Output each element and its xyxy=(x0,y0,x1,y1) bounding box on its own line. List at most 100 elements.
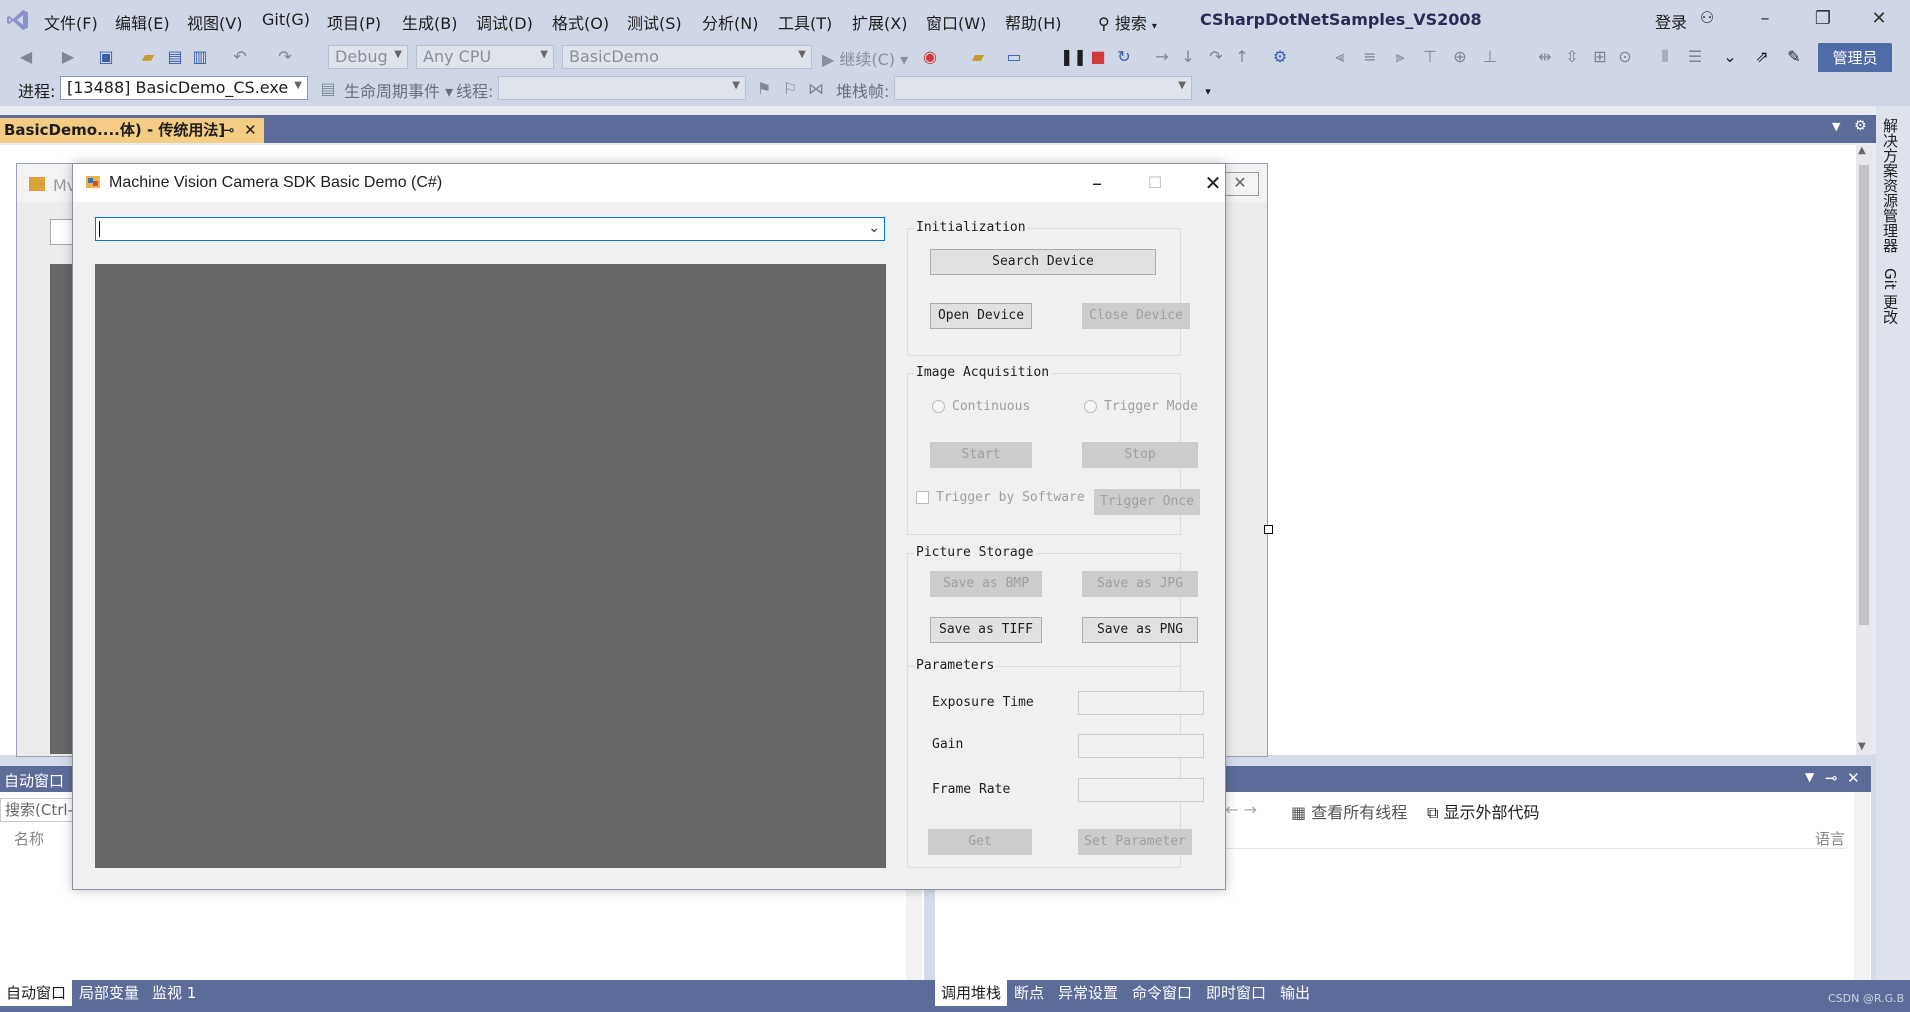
hot-reload-icon[interactable]: ◉ xyxy=(920,47,940,67)
menu-test[interactable]: 测试(S) xyxy=(627,10,682,34)
folder-icon[interactable]: ▰ xyxy=(968,47,988,67)
live-share-icon[interactable]: ⚇ xyxy=(1692,8,1722,34)
side-tab-solution-explorer[interactable]: 解决方案资源管理器 xyxy=(1880,118,1901,253)
resize-handle[interactable] xyxy=(1264,525,1273,534)
pause-icon[interactable]: ❚❚ xyxy=(1060,47,1087,67)
exposure-time-input[interactable] xyxy=(1078,691,1204,715)
menu-git[interactable]: Git(G) xyxy=(262,10,310,29)
undo-icon[interactable]: ↶ xyxy=(230,47,250,67)
close-icon[interactable]: ✕ xyxy=(1864,8,1894,34)
trigger-by-software-checkbox[interactable] xyxy=(916,491,929,504)
login-link[interactable]: 登录 xyxy=(1655,9,1687,33)
menu-build[interactable]: 生成(B) xyxy=(402,10,457,34)
vertical-spacing-icon[interactable]: ☰ xyxy=(1685,47,1705,67)
tab-exception-settings[interactable]: 异常设置 xyxy=(1052,980,1124,1006)
size-to-grid-icon[interactable]: ⊞ xyxy=(1590,47,1610,67)
call-stack-scrollbar[interactable] xyxy=(1854,792,1870,980)
step-out-icon[interactable]: ↑ xyxy=(1232,47,1252,67)
align-middle-icon[interactable]: ⊕ xyxy=(1450,47,1470,67)
align-center-icon[interactable]: ≡ xyxy=(1360,47,1380,67)
make-same-width-icon[interactable]: ⇹ xyxy=(1535,47,1555,67)
panel-dropdown-icon[interactable]: ▼ xyxy=(1805,770,1814,784)
pin-icon[interactable]: ⊸ xyxy=(222,118,235,143)
tab-command-window[interactable]: 命令窗口 xyxy=(1126,980,1198,1006)
close-tab-icon[interactable]: ✕ xyxy=(244,118,257,143)
stop-button[interactable]: Stop xyxy=(1082,442,1198,468)
horizontal-spacing-icon[interactable]: ⫴ xyxy=(1655,47,1675,67)
align-bottom-icon[interactable]: ⊥ xyxy=(1480,47,1500,67)
trigger-once-button[interactable]: Trigger Once xyxy=(1094,489,1200,515)
side-tab-git-changes[interactable]: Git 更改 xyxy=(1880,268,1901,324)
restart-icon[interactable]: ↻ xyxy=(1114,47,1134,67)
save-png-button[interactable]: Save as PNG xyxy=(1082,617,1198,643)
admin-button[interactable]: 管理员 xyxy=(1818,43,1892,73)
get-parameter-button[interactable]: Get xyxy=(928,829,1032,855)
column-header-language[interactable]: 语言 xyxy=(1815,828,1845,849)
view-all-threads-button[interactable]: ▦ 查看所有线程 xyxy=(1291,799,1407,823)
restore-icon[interactable]: ❐ xyxy=(1808,8,1838,34)
stackframe-dropdown[interactable]: ▼ xyxy=(894,76,1192,100)
back-icon[interactable]: ◀ xyxy=(16,47,36,67)
open-folder-icon[interactable]: ▰ xyxy=(138,47,158,67)
navigate-back-icon[interactable]: ← → xyxy=(1225,800,1257,819)
toolbar-overflow-icon[interactable]: ▾ xyxy=(1198,82,1218,102)
startup-project-dropdown[interactable]: BasicDemo ▼ xyxy=(562,45,812,69)
tab-list-icon[interactable]: ▼ xyxy=(1832,120,1840,133)
menu-help[interactable]: 帮助(H) xyxy=(1005,10,1062,34)
menu-file[interactable]: 文件(F) xyxy=(44,10,98,34)
pin-icon[interactable]: ⊸ xyxy=(1825,769,1838,787)
trigger-mode-radio[interactable] xyxy=(1084,400,1097,413)
tab-output[interactable]: 输出 xyxy=(1274,980,1316,1006)
close-icon[interactable]: ✕ xyxy=(1847,769,1860,787)
share-icon[interactable]: ⇗ xyxy=(1752,47,1772,67)
tab-breakpoints[interactable]: 断点 xyxy=(1008,980,1050,1006)
close-icon[interactable]: ✕ xyxy=(1193,170,1233,196)
continue-button[interactable]: ▶ 继续(C) ▾ xyxy=(822,46,908,70)
menu-tools[interactable]: 工具(T) xyxy=(778,10,832,34)
tab-watch-1[interactable]: 监视 1 xyxy=(146,980,202,1006)
set-parameter-button[interactable]: Set Parameter xyxy=(1078,829,1192,855)
process-dropdown[interactable]: [13488] BasicDemo_CS.exe ▼ xyxy=(60,76,308,100)
feedback-icon[interactable]: ✎ xyxy=(1784,47,1804,67)
diagnostics-icon[interactable]: ⚙ xyxy=(1270,47,1290,67)
device-list-dropdown[interactable]: ⌄ xyxy=(95,217,885,241)
overflow-icon[interactable]: ⌄ xyxy=(1720,47,1740,67)
scroll-up-icon[interactable]: ▲ xyxy=(1858,145,1866,156)
save-all-icon[interactable]: ▥ xyxy=(190,47,210,67)
align-top-icon[interactable]: ⊤ xyxy=(1420,47,1440,67)
tab-locals[interactable]: 局部变量 xyxy=(73,980,145,1006)
menu-format[interactable]: 格式(O) xyxy=(552,10,609,34)
search-device-button[interactable]: Search Device xyxy=(930,249,1156,275)
forward-icon[interactable]: ▶ xyxy=(58,47,78,67)
scrollbar-thumb[interactable] xyxy=(1859,165,1869,625)
step-into-icon[interactable]: ↓ xyxy=(1178,47,1198,67)
open-device-button[interactable]: Open Device xyxy=(930,303,1032,329)
menu-analyze[interactable]: 分析(N) xyxy=(702,10,758,34)
show-next-statement-icon[interactable]: → xyxy=(1152,47,1172,67)
continuous-radio[interactable] xyxy=(932,400,945,413)
vertical-scrollbar[interactable]: ▲ ▼ xyxy=(1856,145,1872,755)
platform-dropdown[interactable]: Any CPU ▼ xyxy=(416,45,554,69)
gain-input[interactable] xyxy=(1078,734,1204,758)
menu-project[interactable]: 项目(P) xyxy=(327,10,381,34)
window-layout-icon[interactable]: ▭ xyxy=(1004,47,1024,67)
thread-dropdown[interactable]: ▼ xyxy=(498,76,746,100)
menu-view[interactable]: 视图(V) xyxy=(187,10,242,34)
minimize-icon[interactable]: – xyxy=(1750,8,1780,34)
configuration-dropdown[interactable]: Debug ▼ xyxy=(328,45,408,69)
show-threads-icon[interactable]: ⋈ xyxy=(806,79,826,99)
stop-icon[interactable]: ■ xyxy=(1088,47,1108,67)
flag-threads-icon[interactable]: ⚐ xyxy=(780,79,800,99)
save-icon[interactable]: ▤ xyxy=(165,47,185,67)
save-jpg-button[interactable]: Save as JPG xyxy=(1082,571,1198,597)
zoom-icon[interactable]: ⊙ xyxy=(1615,47,1635,67)
menu-edit[interactable]: 编辑(E) xyxy=(115,10,170,34)
search-button[interactable]: ⚲ 搜索 ▾ xyxy=(1098,10,1157,34)
new-project-icon[interactable]: ▣ xyxy=(96,47,116,67)
scroll-down-icon[interactable]: ▼ xyxy=(1858,741,1866,752)
start-button[interactable]: Start xyxy=(930,442,1032,468)
show-external-code-button[interactable]: ⧉ 显示外部代码 xyxy=(1427,799,1540,823)
column-header-name[interactable]: 名称 xyxy=(14,828,44,849)
make-same-height-icon[interactable]: ⇳ xyxy=(1562,47,1582,67)
tab-call-stack[interactable]: 调用堆栈 xyxy=(935,980,1008,1006)
